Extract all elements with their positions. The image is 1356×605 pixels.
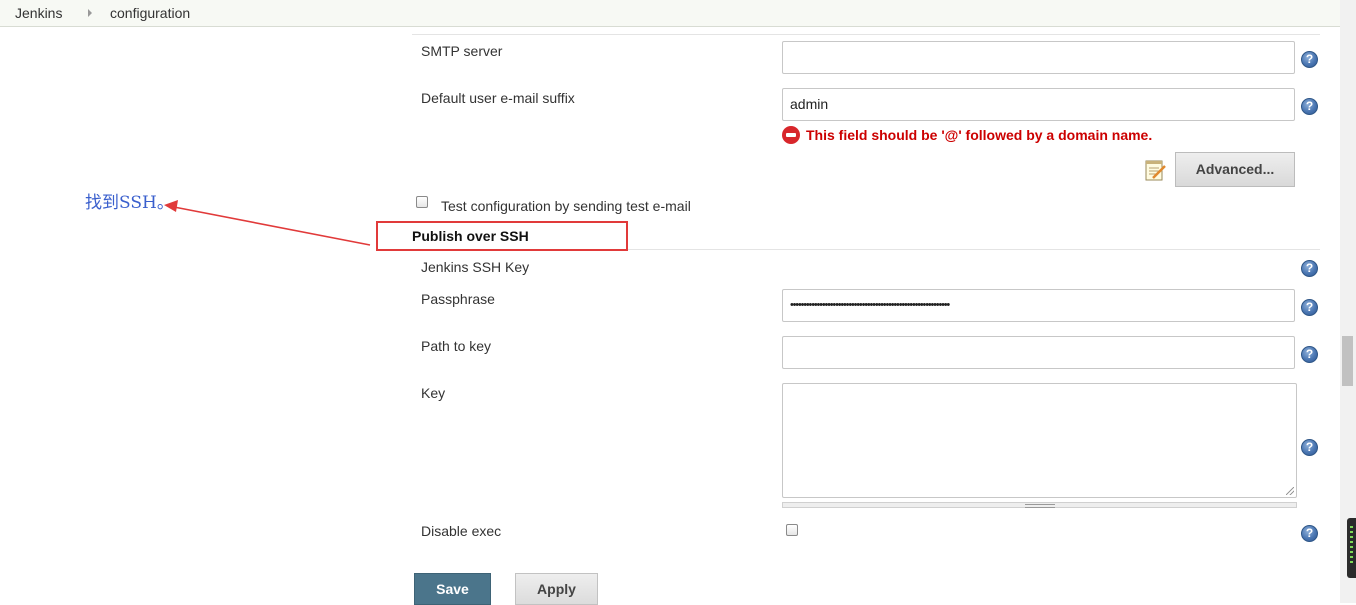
breadcrumb-jenkins[interactable]: Jenkins — [15, 5, 62, 21]
error-message: This field should be '@' followed by a d… — [806, 127, 1153, 143]
apply-button[interactable]: Apply — [515, 573, 598, 605]
key-textarea[interactable] — [782, 383, 1297, 498]
breadcrumb-bar: Jenkins configuration — [0, 0, 1340, 27]
test-config-label: Test configuration by sending test e-mai… — [441, 198, 691, 214]
disable-exec-checkbox[interactable] — [786, 524, 798, 536]
scrollbar-thumb[interactable] — [1342, 336, 1353, 386]
resize-grip-icon[interactable] — [1286, 487, 1294, 495]
jenkins-ssh-key-label: Jenkins SSH Key — [421, 259, 530, 275]
section-divider — [412, 34, 1320, 35]
email-suffix-input[interactable]: admin — [782, 88, 1295, 121]
key-label: Key — [421, 385, 446, 401]
help-icon[interactable]: ? — [1301, 346, 1318, 363]
help-icon[interactable]: ? — [1301, 51, 1318, 68]
notepad-icon — [1145, 160, 1166, 181]
annotation-highlight-box — [376, 221, 628, 251]
path-to-key-label: Path to key — [421, 338, 492, 354]
help-icon[interactable]: ? — [1301, 439, 1318, 456]
advanced-button[interactable]: Advanced... — [1175, 152, 1295, 187]
save-button[interactable]: Save — [414, 573, 491, 605]
help-icon[interactable]: ? — [1301, 98, 1318, 115]
disable-exec-label: Disable exec — [421, 523, 502, 539]
path-to-key-input[interactable] — [782, 336, 1295, 369]
help-icon[interactable]: ? — [1301, 299, 1318, 316]
textarea-resize-handle[interactable] — [782, 502, 1297, 508]
smtp-server-input[interactable] — [782, 41, 1295, 74]
error-icon — [782, 126, 800, 144]
meter-widget-icon — [1347, 518, 1356, 578]
breadcrumb-configuration[interactable]: configuration — [110, 5, 190, 21]
passphrase-input[interactable]: ••••••••••••••••••••••••••••••••••••••••… — [782, 289, 1295, 322]
email-suffix-label: Default user e-mail suffix — [421, 90, 575, 106]
passphrase-label: Passphrase — [421, 291, 495, 307]
help-icon[interactable]: ? — [1301, 525, 1318, 542]
smtp-server-label: SMTP server — [421, 43, 503, 59]
breadcrumb-separator-icon — [88, 9, 92, 17]
annotation-arrow-icon — [164, 200, 371, 246]
help-icon[interactable]: ? — [1301, 260, 1318, 277]
vertical-scrollbar[interactable] — [1340, 0, 1356, 603]
test-config-checkbox[interactable] — [416, 196, 428, 208]
section-divider — [628, 249, 1320, 250]
